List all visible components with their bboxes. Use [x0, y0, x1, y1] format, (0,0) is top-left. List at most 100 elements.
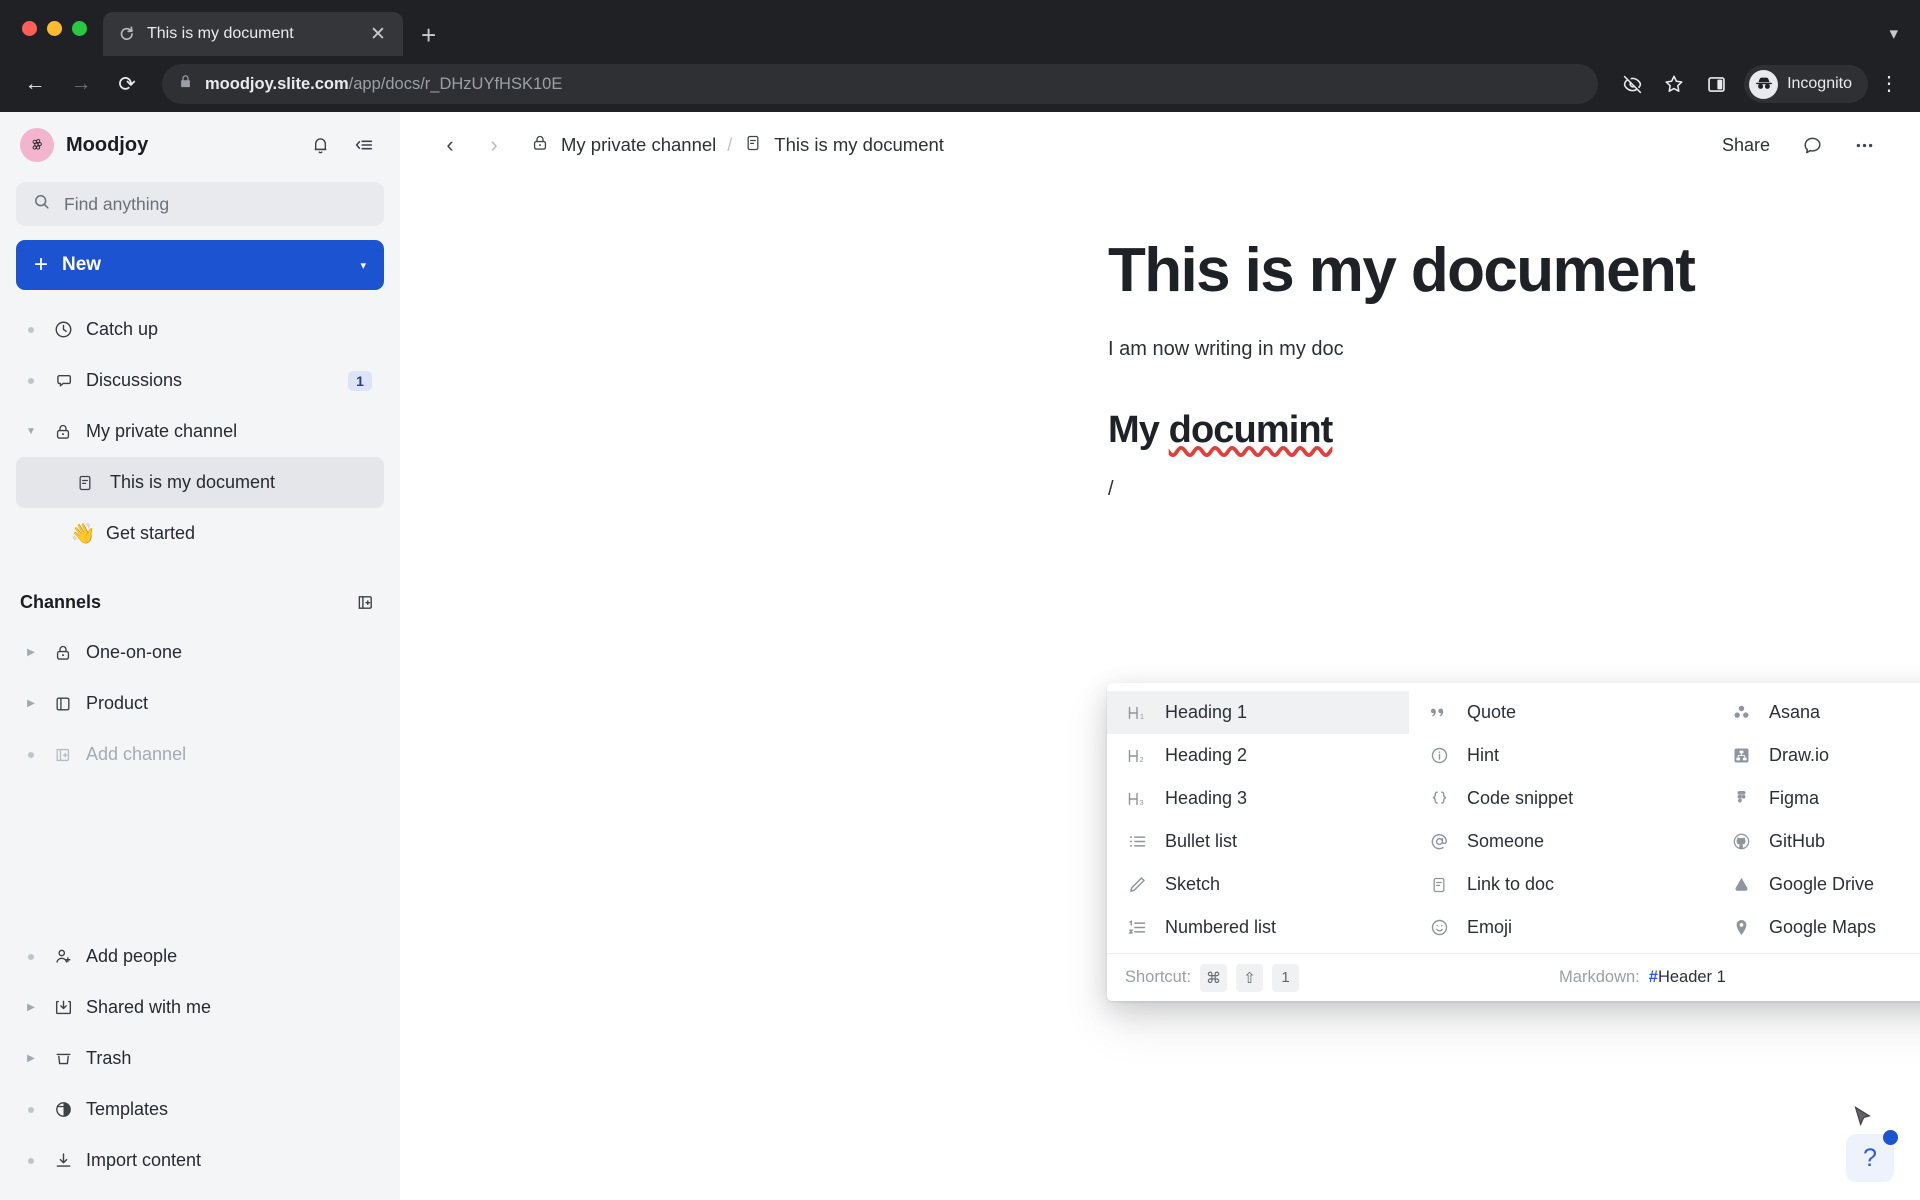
numbered-list-icon — [1125, 917, 1149, 938]
share-button[interactable]: Share — [1710, 127, 1782, 164]
slash-item-google-maps[interactable]: Google Maps — [1711, 906, 1920, 949]
chevron-down-icon[interactable]: ▼ — [16, 426, 46, 437]
chevron-right-icon[interactable]: ▶ — [16, 647, 46, 658]
doc-back-button[interactable]: ‹ — [428, 123, 472, 167]
chevron-right-icon[interactable]: ▶ — [16, 698, 46, 709]
document-paragraph[interactable]: I am now writing in my doc — [1108, 338, 1920, 361]
sidebar-item-product[interactable]: ▶ Product — [16, 678, 384, 729]
markdown-label: Markdown: — [1559, 968, 1640, 986]
doc-forward-button[interactable]: › — [472, 123, 516, 167]
sidebar-item-label: Add channel — [86, 744, 187, 764]
sidebar-item-add-channel[interactable]: Add channel — [16, 729, 384, 780]
sidebar-item-catch-up[interactable]: Catch up — [16, 304, 384, 355]
kebab-menu-icon[interactable]: ⋮ — [1874, 74, 1904, 94]
chevron-down-icon[interactable]: ▾ — [1889, 24, 1898, 44]
sidebar-item-label: Discussions — [86, 370, 183, 390]
help-button[interactable]: ? — [1846, 1130, 1898, 1182]
slash-item-label: Link to doc — [1467, 874, 1555, 894]
window-traffic-lights[interactable] — [14, 0, 103, 56]
document-title[interactable]: This is my document — [1108, 237, 1920, 305]
slash-item-heading-2[interactable]: 2 Heading 2 — [1107, 734, 1409, 777]
slash-item-figma[interactable]: Figma — [1711, 777, 1920, 820]
document-heading-2[interactable]: My documint — [1108, 409, 1920, 452]
sidebar-item-shared-with-me[interactable]: ▶ Shared with me — [16, 982, 384, 1033]
bell-icon[interactable] — [304, 129, 336, 161]
back-button[interactable]: ← — [16, 65, 54, 103]
profile-incognito-button[interactable]: Incognito — [1744, 65, 1868, 103]
slash-item-someone[interactable]: Someone — [1409, 820, 1711, 863]
slash-command-line[interactable]: / — [1108, 478, 1920, 504]
bullet-marker — [16, 1106, 46, 1113]
sidebar-item-one-on-one[interactable]: ▶ One-on-one — [16, 627, 384, 678]
inbox-down-icon — [46, 997, 80, 1018]
address-bar-url: moodjoy.slite.com/app/docs/r_DHzUYfHSK10… — [205, 75, 562, 94]
trash-icon — [46, 1048, 80, 1069]
slash-item-sketch[interactable]: Sketch — [1107, 863, 1409, 906]
sidebar-bottom-nav: Add people ▶ Shared with me ▶ Trash Temp… — [16, 931, 384, 1186]
breadcrumb-item-channel[interactable]: My private channel — [530, 133, 716, 158]
slash-item-asana[interactable]: Asana — [1711, 691, 1920, 734]
add-channel-icon[interactable] — [355, 592, 376, 613]
side-panel-icon[interactable] — [1698, 66, 1734, 102]
document-topbar: ‹ › My private channel / This is my docu… — [400, 112, 1920, 178]
new-button[interactable]: + New ▾ — [16, 240, 384, 290]
breadcrumb-item-document[interactable]: This is my document — [743, 133, 944, 158]
chevron-right-icon[interactable]: ▶ — [16, 1053, 46, 1064]
address-bar[interactable]: moodjoy.slite.com/app/docs/r_DHzUYfHSK10… — [162, 64, 1599, 104]
sidebar-item-trash[interactable]: ▶ Trash — [16, 1033, 384, 1084]
sidebar-item-discussions[interactable]: Discussions 1 — [16, 355, 384, 406]
slash-item-label: Someone — [1467, 831, 1545, 851]
slash-item-link-to-doc[interactable]: Link to doc — [1409, 863, 1711, 906]
slash-item-heading-3[interactable]: 3 Heading 3 — [1107, 777, 1409, 820]
sidebar-item-my-private-channel[interactable]: ▼ My private channel — [16, 406, 384, 457]
document-body: This is my document I am now writing in … — [400, 178, 1920, 504]
close-window-button[interactable] — [22, 20, 37, 36]
star-icon[interactable] — [1656, 66, 1692, 102]
slash-item-code-snippet[interactable]: Code snippet — [1409, 777, 1711, 820]
sidebar-item-add-people[interactable]: Add people — [16, 931, 384, 982]
markdown-text: Header 1 — [1657, 968, 1726, 986]
comment-icon[interactable] — [1790, 123, 1834, 167]
slash-item-bullet-list[interactable]: Bullet list — [1107, 820, 1409, 863]
smiley-icon — [1427, 917, 1451, 938]
slash-item-numbered-list[interactable]: Numbered list — [1107, 906, 1409, 949]
collapse-sidebar-icon[interactable] — [348, 129, 380, 161]
sidebar-item-label: Import content — [86, 1150, 202, 1170]
search-input[interactable]: Find anything — [16, 182, 384, 226]
more-horizontal-icon[interactable] — [1842, 123, 1886, 167]
browser-tab[interactable]: This is my document ✕ — [103, 12, 403, 56]
new-tab-button[interactable]: + — [421, 22, 436, 48]
sidebar-item-label: This is my document — [110, 472, 276, 492]
at-mention-icon — [1427, 831, 1451, 852]
slash-item-label: GitHub — [1769, 831, 1826, 851]
sidebar-item-templates[interactable]: Templates — [16, 1084, 384, 1135]
sidebar-item-import-content[interactable]: Import content — [16, 1135, 384, 1186]
minimize-window-button[interactable] — [47, 20, 62, 36]
key-one: 1 — [1272, 963, 1300, 992]
slash-item-emoji[interactable]: Emoji — [1409, 906, 1711, 949]
slash-item-drawio[interactable]: Draw.io — [1711, 734, 1920, 777]
slash-menu-columns: 1 Heading 1 2 Heading 2 3 Heading 3 Bull… — [1107, 683, 1920, 953]
slash-item-hint[interactable]: Hint — [1409, 734, 1711, 777]
slash-item-google-drive[interactable]: Google Drive — [1711, 863, 1920, 906]
forward-button[interactable]: → — [62, 65, 100, 103]
sidebar-item-get-started[interactable]: 👋 Get started — [16, 508, 384, 559]
slash-item-github[interactable]: GitHub — [1711, 820, 1920, 863]
close-icon[interactable]: ✕ — [367, 25, 389, 44]
chevron-right-icon[interactable]: ▶ — [16, 1002, 46, 1013]
breadcrumb-separator: / — [727, 134, 733, 155]
reload-button[interactable]: ⟳ — [108, 65, 146, 103]
chevron-down-icon[interactable]: ▾ — [360, 259, 366, 272]
slash-item-heading-1[interactable]: 1 Heading 1 — [1107, 691, 1409, 734]
slash-item-label: Google Maps — [1769, 917, 1877, 937]
notification-dot-icon — [1883, 1130, 1898, 1145]
key-command: ⌘ — [1200, 963, 1228, 992]
moodjoy-berry-logo[interactable] — [20, 128, 54, 162]
new-button-label: New — [62, 254, 102, 275]
lock-icon — [46, 422, 80, 442]
sidebar-item-this-is-my-document[interactable]: This is my document — [16, 457, 384, 508]
eye-off-icon[interactable] — [1614, 66, 1650, 102]
maximize-window-button[interactable] — [72, 20, 87, 36]
slash-item-quote[interactable]: Quote — [1409, 691, 1711, 734]
browser-chrome: This is my document ✕ + ▾ ← → ⟳ moodjoy.… — [0, 0, 1920, 112]
